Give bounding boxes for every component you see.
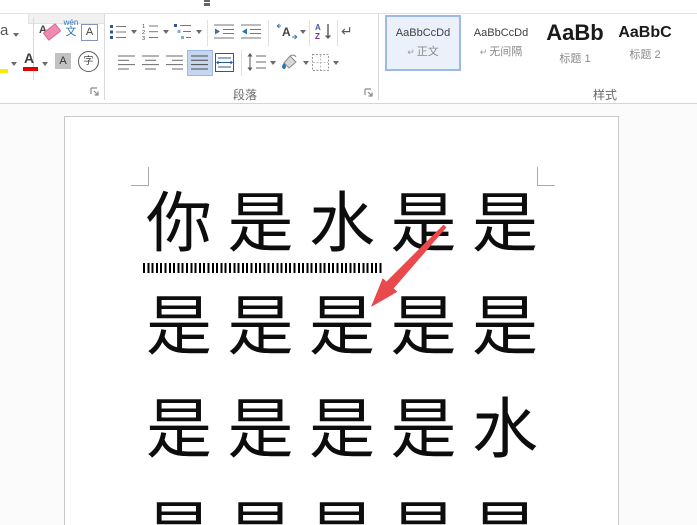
show-marks-icon[interactable]: ↵ <box>341 23 353 40</box>
word-window: a A wén 文 A A A 字 1 2 3 A A Z ↵ 段落 AaBbC… <box>0 0 697 525</box>
style-card[interactable]: AaBb 标题 1 <box>541 15 609 71</box>
group-divider <box>104 14 105 100</box>
document-canvas: 你是水是是是是是是是是是是是水是是是是是 <box>0 104 697 525</box>
doc-char: 是 <box>472 188 538 261</box>
line-spacing-icon[interactable] <box>247 53 266 71</box>
svg-text:Z: Z <box>315 32 320 40</box>
doc-char: 是 <box>146 495 212 525</box>
justify-icon[interactable] <box>191 55 208 70</box>
divider <box>337 20 338 46</box>
distribute-icon[interactable] <box>215 53 234 72</box>
doc-char: 是 <box>390 291 457 364</box>
doc-char: 水 <box>309 188 375 261</box>
style-card[interactable]: AaBbCcDd ↵ 正文 <box>385 15 461 71</box>
asian-layout-icon[interactable]: A <box>276 22 298 40</box>
chevron-down-icon[interactable] <box>196 30 202 34</box>
chevron-down-icon[interactable] <box>42 62 48 66</box>
doc-char: 是 <box>146 291 212 364</box>
doc-line[interactable]: 你是水是是 <box>146 186 538 264</box>
style-preview: AaBbC <box>618 24 672 41</box>
sort-icon[interactable]: A Z <box>315 22 333 40</box>
align-left-icon[interactable] <box>118 55 135 70</box>
doc-char: 是 <box>227 188 294 261</box>
font-dialog-launcher-icon[interactable] <box>90 87 100 97</box>
paragraph-dialog-launcher-icon[interactable] <box>364 88 374 98</box>
numbering-icon[interactable]: 1 2 3 <box>142 23 159 40</box>
align-right-icon[interactable] <box>166 55 183 70</box>
style-name: 标题 2 <box>629 49 661 61</box>
style-preview: AaBbCcDd <box>473 27 529 39</box>
style-name: ↵ 正文 <box>407 46 439 58</box>
chevron-down-icon[interactable] <box>303 61 309 65</box>
chevron-down-icon[interactable] <box>163 30 169 34</box>
highlight-color-icon[interactable] <box>0 69 8 73</box>
style-card[interactable]: AaBbCcDd ↵ 无间隔 <box>463 15 539 71</box>
divider <box>309 20 310 46</box>
font-color-red-bar <box>23 67 38 71</box>
character-shading-button[interactable]: A <box>55 53 71 69</box>
svg-text:A: A <box>315 23 321 32</box>
borders-icon[interactable] <box>312 54 329 71</box>
doc-char: 是 <box>390 394 457 467</box>
divider <box>207 20 208 46</box>
increase-indent-icon[interactable] <box>241 24 261 39</box>
divider <box>241 50 242 76</box>
character-border-button[interactable]: A <box>81 24 98 41</box>
ribbon-home-tab: a A wén 文 A A A 字 1 2 3 A A Z ↵ 段落 AaBbC… <box>0 0 697 104</box>
styles-gallery: AaBbCcDd ↵ 正文 AaBbCcDd ↵ 无间隔 AaBb 标题 1 AaBbC 标题 2… <box>385 15 697 75</box>
doc-line[interactable]: 是是是是水 <box>146 392 538 470</box>
doc-char: 是 <box>227 291 294 364</box>
align-center-icon[interactable] <box>142 55 159 70</box>
style-card[interactable]: A <box>681 15 697 71</box>
font-color-button[interactable]: A <box>24 50 34 66</box>
doc-char: 是 <box>227 394 294 467</box>
doc-char: 是 <box>309 291 375 364</box>
enclose-characters-button[interactable]: 字 <box>78 51 99 72</box>
decrease-indent-icon[interactable] <box>214 24 234 39</box>
doc-char: 是 <box>472 291 538 364</box>
chevron-down-icon[interactable] <box>333 61 339 65</box>
phonetic-guide-button[interactable]: wén 文 <box>61 19 81 38</box>
shading-bucket-icon[interactable] <box>280 53 300 71</box>
change-case-button[interactable]: a <box>0 22 8 39</box>
group-divider <box>378 14 379 100</box>
style-name: ↵ 无间隔 <box>479 46 523 58</box>
doc-char: 你 <box>146 188 212 261</box>
styles-group-label: 样式 <box>592 88 617 102</box>
style-name: 标题 1 <box>559 53 591 65</box>
chevron-down-icon[interactable] <box>11 62 17 66</box>
svg-text:A: A <box>282 25 291 39</box>
doc-char: 是 <box>146 394 212 467</box>
style-card[interactable]: AaBbC 标题 2 <box>611 15 679 71</box>
doc-char: 是 <box>391 495 457 525</box>
multilevel-list-icon[interactable] <box>174 23 192 40</box>
style-preview: AaBb <box>546 20 604 45</box>
svg-text:3: 3 <box>142 36 145 40</box>
chevron-down-icon[interactable] <box>13 33 19 37</box>
striped-underline <box>143 263 383 273</box>
chevron-down-icon[interactable] <box>270 61 276 65</box>
doc-text: 你是水是是是是是是是是是是是水是是是是是 <box>0 104 697 525</box>
doc-char: 是 <box>309 394 375 467</box>
paragraph-group-label: 段落 <box>232 88 257 102</box>
chevron-down-icon[interactable] <box>300 30 306 34</box>
doc-char: 水 <box>472 394 538 467</box>
divider <box>268 20 269 46</box>
chevron-down-icon[interactable] <box>131 30 137 34</box>
doc-char: 是 <box>472 495 538 525</box>
phonetic-hanzi-label: 文 <box>65 26 77 38</box>
style-preview: AaBbCcDd <box>395 27 451 39</box>
doc-line[interactable]: 是是是是是 <box>146 495 538 525</box>
doc-char: 是 <box>309 495 375 525</box>
doc-char: 是 <box>390 188 457 261</box>
doc-char: 是 <box>228 495 294 525</box>
bullets-icon[interactable] <box>110 24 127 40</box>
doc-line[interactable]: 是是是是是 <box>146 289 538 367</box>
cutoff-dropdown-icon <box>203 0 211 6</box>
